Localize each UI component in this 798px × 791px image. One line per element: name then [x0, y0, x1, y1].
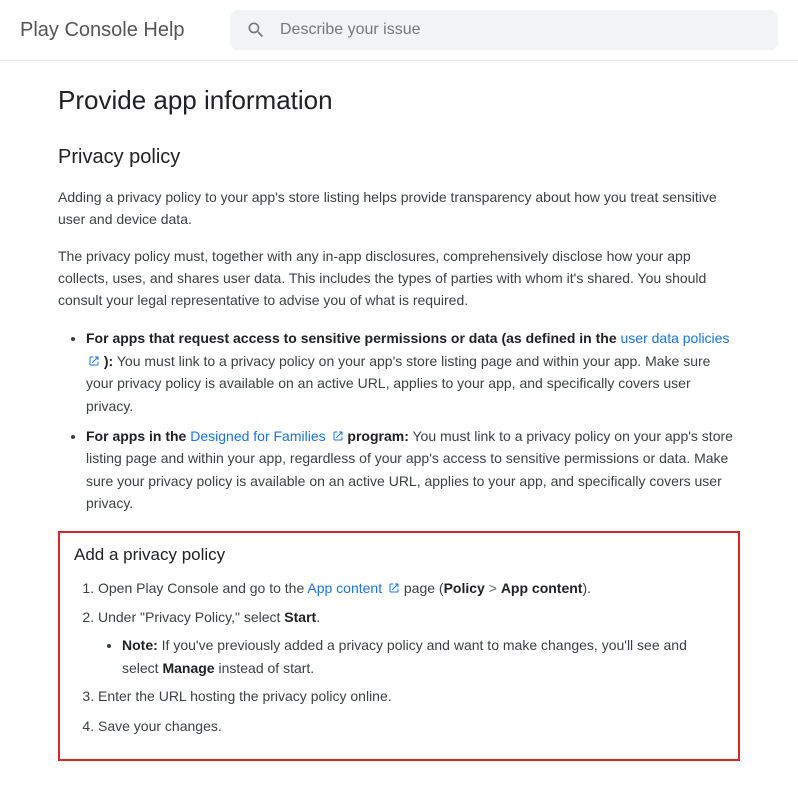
step-item: Save your changes. [98, 715, 724, 739]
list-item: For apps in the Designed for Families pr… [86, 425, 740, 515]
breadcrumb-app-content: App content [501, 580, 583, 596]
step-item: Under "Privacy Policy," select Start. No… [98, 606, 724, 679]
intro-paragraph-1: Adding a privacy policy to your app's st… [58, 187, 740, 230]
intro-paragraph-2: The privacy policy must, together with a… [58, 246, 740, 311]
list-item: For apps that request access to sensitiv… [86, 327, 740, 417]
callout-title: Add a privacy policy [74, 545, 724, 565]
section-title: Privacy policy [58, 146, 740, 169]
manage-label: Manage [162, 660, 214, 676]
step-item: Enter the URL hosting the privacy policy… [98, 685, 724, 709]
search-box[interactable] [230, 10, 778, 50]
site-title: Play Console Help [20, 19, 200, 42]
step-item: Open Play Console and go to the App cont… [98, 577, 724, 601]
steps-list: Open Play Console and go to the App cont… [74, 577, 724, 739]
note-list: Note: If you've previously added a priva… [98, 634, 724, 679]
chevron-right-icon: > [489, 580, 497, 596]
header: Play Console Help [0, 0, 798, 61]
breadcrumb-policy: Policy [444, 580, 485, 596]
main-content: Provide app information Privacy policy A… [0, 61, 798, 791]
bullet-program: program: [344, 428, 409, 444]
note-label: Note: [122, 637, 158, 653]
bullet-after-link: ): [100, 353, 113, 369]
bullet-body: You must link to a privacy policy on you… [86, 353, 710, 414]
external-link-icon [88, 355, 100, 367]
bullet-lead: For apps that request access to sensitiv… [86, 330, 621, 346]
external-link-icon [332, 430, 344, 442]
external-link-icon [388, 582, 400, 594]
callout-box: Add a privacy policy Open Play Console a… [58, 531, 740, 761]
search-input[interactable] [280, 21, 762, 39]
page-title: Provide app information [58, 85, 740, 116]
note-item: Note: If you've previously added a priva… [122, 634, 724, 679]
bullet-lead: For apps in the [86, 428, 190, 444]
designed-for-families-link[interactable]: Designed for Families [190, 428, 343, 444]
requirement-list: For apps that request access to sensitiv… [58, 327, 740, 514]
start-label: Start [284, 609, 316, 625]
app-content-link[interactable]: App content [307, 580, 400, 596]
search-icon [246, 20, 266, 40]
